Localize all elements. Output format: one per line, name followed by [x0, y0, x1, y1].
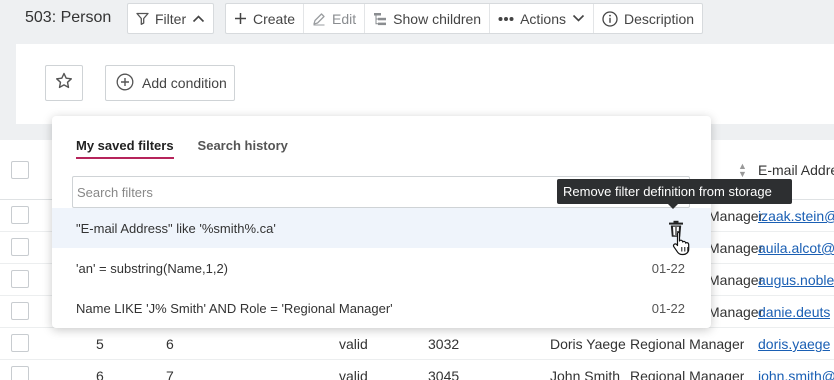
star-icon — [55, 72, 73, 95]
filter-label: Filter — [155, 10, 187, 27]
email-link[interactable]: izaak.stein@ — [758, 208, 834, 224]
row-checkbox[interactable] — [11, 302, 29, 320]
saved-filter-item[interactable]: 'an' = substring(Name,1,2) 01-22 — [52, 248, 711, 288]
dropdown-tabs: My saved filters Search history — [76, 138, 288, 159]
toolbar: 503: Person Filter Create Edit Show chil… — [0, 0, 834, 40]
tooltip: Remove filter definition from storage — [557, 179, 792, 209]
hierarchy-icon — [373, 12, 387, 26]
tab-my-saved-filters[interactable]: My saved filters — [76, 138, 174, 159]
more-dots-icon — [498, 16, 514, 22]
filter-bar: Add condition — [16, 44, 834, 124]
pencil-icon — [312, 12, 326, 26]
email-link[interactable]: danie.deuts — [758, 304, 830, 320]
saved-filter-item[interactable]: "E-mail Address" like '%smith%.ca' — [52, 208, 711, 248]
index-cell: 6 — [166, 336, 174, 352]
role-cell: Manager — [708, 240, 764, 256]
row-checkbox[interactable] — [11, 238, 29, 256]
email-link[interactable]: doris.yaege — [758, 336, 830, 352]
name-cell: John Smith — [550, 368, 621, 380]
filter-button-group: Filter — [127, 3, 215, 34]
table-row[interactable]: 6 7 valid 3045 John Smith Regional Manag… — [0, 360, 834, 380]
description-button[interactable]: Description — [594, 4, 702, 33]
plus-icon — [234, 12, 247, 25]
show-children-label: Show children — [393, 10, 482, 27]
saved-filters-button[interactable] — [45, 65, 83, 101]
hand-cursor-icon — [672, 230, 694, 261]
info-icon — [602, 10, 618, 27]
role-cell: Regional Manager — [630, 368, 745, 380]
id-cell: 5 — [96, 336, 104, 352]
role-cell: Regional Manager — [630, 336, 745, 352]
filter-icon — [136, 12, 149, 25]
filter-query: 'an' = substring(Name,1,2) — [76, 261, 229, 276]
status-cell: valid — [339, 336, 368, 352]
filter-date: 01-22 — [651, 261, 685, 276]
name-cell: Doris Yaege — [550, 336, 626, 352]
description-label: Description — [624, 10, 695, 27]
create-label: Create — [253, 10, 296, 27]
create-button[interactable]: Create — [226, 4, 305, 33]
role-cell: Manager — [708, 304, 764, 320]
table-row[interactable]: 5 6 valid 3032 Doris Yaege Regional Mana… — [0, 328, 834, 360]
filter-query: "E-mail Address" like '%smith%.ca' — [76, 221, 276, 236]
filter-query: Name LIKE 'J% Smith' AND Role = 'Regiona… — [76, 301, 393, 316]
select-all-checkbox[interactable] — [11, 161, 29, 179]
role-cell: Manager — [708, 208, 764, 224]
actions-button[interactable]: Actions — [490, 4, 595, 33]
role-cell: Manager — [708, 272, 764, 288]
status-cell: valid — [339, 368, 368, 380]
chevron-up-icon — [192, 14, 205, 23]
sort-icon[interactable]: ▲ ▼ — [738, 162, 747, 179]
filter-date: 01-22 — [651, 301, 685, 316]
chevron-down-icon — [572, 14, 585, 23]
page-title: 503: Person — [25, 9, 112, 26]
email-link[interactable]: augus.noble — [758, 272, 834, 288]
number-cell: 3032 — [428, 336, 460, 352]
row-checkbox[interactable] — [11, 366, 29, 380]
add-condition-label: Add condition — [142, 75, 227, 91]
edit-label: Edit — [332, 10, 357, 27]
email-column-header[interactable]: E-mail Addres — [758, 162, 834, 178]
row-checkbox[interactable] — [11, 270, 29, 288]
action-button-group: Create Edit Show children Actions Descri… — [225, 3, 704, 34]
plus-circle-icon — [116, 73, 134, 94]
index-cell: 7 — [166, 368, 174, 380]
saved-filters-dropdown: My saved filters Search history "E-mail … — [52, 116, 711, 328]
row-checkbox[interactable] — [11, 334, 29, 352]
row-checkbox[interactable] — [11, 206, 29, 224]
show-children-button[interactable]: Show children — [365, 4, 491, 33]
id-cell: 6 — [96, 368, 104, 380]
filter-button[interactable]: Filter — [128, 4, 213, 33]
tab-search-history[interactable]: Search history — [198, 138, 288, 159]
email-link[interactable]: john.smith@ — [758, 368, 834, 380]
saved-filter-item[interactable]: Name LIKE 'J% Smith' AND Role = 'Regiona… — [52, 288, 711, 328]
add-condition-button[interactable]: Add condition — [105, 65, 235, 101]
actions-label: Actions — [520, 10, 567, 27]
email-link[interactable]: auila.alcot@ — [758, 240, 834, 256]
number-cell: 3045 — [428, 368, 460, 380]
edit-button[interactable]: Edit — [304, 4, 366, 33]
